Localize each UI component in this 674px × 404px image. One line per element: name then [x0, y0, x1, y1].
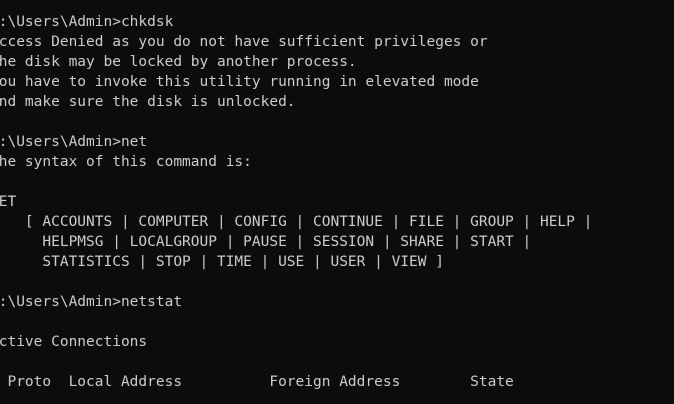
console-line-prompt-net: C:\Users\Admin>net: [0, 134, 148, 150]
console-line: the disk may be locked by another proces…: [0, 54, 357, 70]
console-line-blank: [0, 312, 592, 332]
console-line: [ ACCOUNTS | COMPUTER | CONFIG | CONTINU…: [0, 214, 593, 230]
console-line-blank: [0, 272, 592, 292]
console-line: Active Connections: [0, 334, 148, 350]
console-line: HELPMSG | LOCALGROUP | PAUSE | SESSION |…: [0, 234, 532, 250]
console-line-table-header: Proto Local Address Foreign Address Stat…: [0, 374, 514, 390]
console-line: The syntax of this command is:: [0, 154, 252, 170]
console-line: STATISTICS | STOP | TIME | USE | USER | …: [0, 254, 444, 270]
console-line-blank: [0, 352, 592, 372]
console-line-prompt-netstat: C:\Users\Admin>netstat: [0, 294, 183, 310]
console-line: Access Denied as you do not have suffici…: [0, 34, 488, 50]
console-output: C:\Users\Admin>chkdsk Access Denied as y…: [0, 12, 592, 392]
console-line-blank: [0, 172, 592, 192]
command-prompt-console[interactable]: C:\Users\Admin>chkdsk Access Denied as y…: [0, 0, 674, 404]
console-line-blank: [0, 112, 592, 132]
console-line-prompt-chkdsk: C:\Users\Admin>chkdsk: [0, 14, 174, 30]
console-line: and make sure the disk is unlocked.: [0, 94, 296, 110]
console-line: You have to invoke this utility running …: [0, 74, 479, 90]
console-line: NET: [0, 194, 17, 210]
